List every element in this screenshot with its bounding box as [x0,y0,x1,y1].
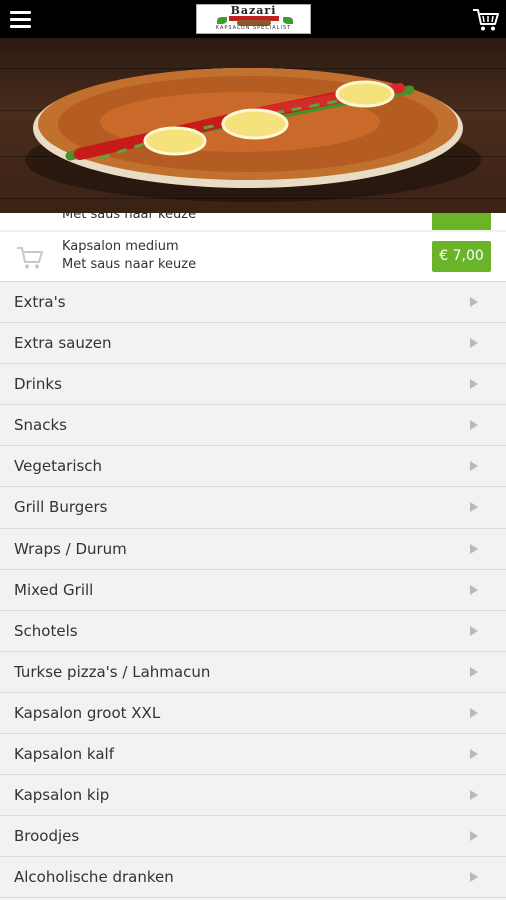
category-list: Extra's Extra sauzen Drinks Snacks Vegetaris… [0,282,506,899]
chevron-right-icon [470,749,478,760]
category-label: Alcoholische dranken [14,868,174,887]
product-row[interactable]: Kapsalon medium Met saus naar keuze € 7,… [0,232,506,282]
category-label: Snacks [14,416,67,435]
chevron-right-icon [470,338,478,349]
category-item[interactable]: Grill Burgers [0,487,506,529]
logo-title: Bazari [230,4,277,17]
category-label: Turkse pizza's / Lahmacun [14,662,211,681]
category-label: Mixed Grill [14,580,94,599]
category-label: Drinks [14,375,62,394]
chevron-right-icon [470,872,478,883]
price-button[interactable]: € 7,00 [432,241,491,272]
category-label: Extra's [14,293,66,311]
shopping-cart-icon[interactable] [472,7,500,33]
chevron-right-icon [470,297,478,307]
hero-food-image [0,38,506,213]
category-item[interactable]: Broodjes [0,816,506,858]
category-item[interactable]: Snacks [0,405,506,447]
category-item[interactable]: Alcoholische dranken [0,857,506,899]
partial-price-badge[interactable] [432,213,491,230]
chevron-right-icon [470,543,478,554]
chevron-right-icon [470,502,478,513]
partial-product-row[interactable]: Met saus naar keuze [0,213,506,230]
category-item[interactable]: Mixed Grill [0,569,506,611]
category-label: Broodjes [14,827,80,846]
category-item[interactable]: Extra's [0,282,506,324]
category-item[interactable]: Drinks [0,364,506,406]
category-item[interactable]: Schotels [0,610,506,652]
category-item[interactable]: Wraps / Durum [0,528,506,570]
category-label: Grill Burgers [14,498,108,517]
chevron-right-icon [470,625,478,636]
chevron-right-icon [470,461,478,472]
category-label: Schotels [14,621,78,640]
category-item[interactable]: Kapsalon groot XXL [0,692,506,735]
category-item[interactable]: Kapsalon kalf [0,734,506,776]
category-label: Wraps / Durum [14,539,127,558]
logo-subtitle: KAPSALON SPECIALIST [215,25,292,31]
chevron-right-icon [470,790,478,801]
category-label: Kapsalon groot XXL [14,703,161,722]
category-label: Vegetarisch [14,457,103,476]
hamburger-menu-icon[interactable] [10,11,31,28]
chevron-right-icon [470,707,478,718]
chevron-right-icon [470,584,478,595]
restaurant-logo[interactable]: Bazari KAPSALON SPECIALIST [196,4,311,34]
category-item[interactable]: Kapsalon kip [0,775,506,817]
chevron-right-icon [470,379,478,390]
chevron-right-icon [470,666,478,677]
category-label: Kapsalon kip [14,786,110,805]
partial-product-description: Met saus naar keuze [62,213,197,222]
add-to-cart-icon[interactable] [15,244,45,270]
category-label: Extra sauzen [14,334,112,353]
chevron-right-icon [470,420,478,431]
product-description: Met saus naar keuze [62,257,197,272]
chevron-right-icon [470,831,478,842]
product-name: Kapsalon medium [62,239,179,254]
category-item[interactable]: Extra sauzen [0,323,506,365]
category-item[interactable]: Turkse pizza's / Lahmacun [0,651,506,693]
top-bar: Bazari KAPSALON SPECIALIST [0,0,506,38]
category-label: Kapsalon kalf [14,745,114,764]
category-item[interactable]: Vegetarisch [0,446,506,488]
